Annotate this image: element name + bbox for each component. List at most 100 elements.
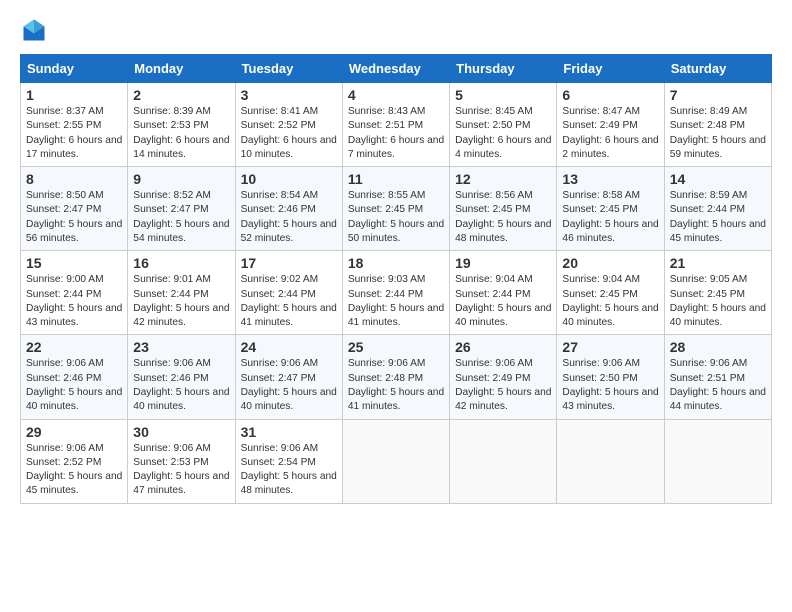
day-info: Sunrise: 8:41 AM Sunset: 2:52 PM Dayligh… xyxy=(241,105,337,162)
calendar-cell: 24 Sunrise: 9:06 AM Sunset: 2:47 PM Dayli… xyxy=(235,335,342,419)
calendar-cell: 26 Sunrise: 9:06 AM Sunset: 2:49 PM Dayli… xyxy=(450,335,557,419)
calendar-cell: 18 Sunrise: 9:03 AM Sunset: 2:44 PM Dayli… xyxy=(342,251,449,335)
calendar-cell: 30 Sunrise: 9:06 AM Sunset: 2:53 PM Dayli… xyxy=(128,419,235,503)
day-info: Sunrise: 8:39 AM Sunset: 2:53 PM Dayligh… xyxy=(133,105,229,162)
day-info: Sunrise: 9:01 AM Sunset: 2:44 PM Dayligh… xyxy=(133,273,229,330)
calendar-cell: 25 Sunrise: 9:06 AM Sunset: 2:48 PM Dayli… xyxy=(342,335,449,419)
day-number: 18 xyxy=(348,255,444,271)
calendar-cell: 5Sunrise: 8:45 AM Sunset: 2:50 PM Daylig… xyxy=(450,83,557,167)
day-number: 22 xyxy=(26,339,122,355)
calendar-cell: 31 Sunrise: 9:06 AM Sunset: 2:54 PM Dayli… xyxy=(235,419,342,503)
day-number: 16 xyxy=(133,255,229,271)
day-number: 12 xyxy=(455,171,551,187)
calendar-cell: 20Sunrise: 9:04 AM Sunset: 2:45 PM Dayli… xyxy=(557,251,664,335)
calendar-cell: 1 Sunrise: 8:37 AM Sunset: 2:55 PM Daylig… xyxy=(21,83,128,167)
day-info: Sunrise: 9:04 AM Sunset: 2:44 PM Dayligh… xyxy=(455,273,551,330)
day-info: Sunrise: 8:50 AM Sunset: 2:47 PM Dayligh… xyxy=(26,189,122,246)
day-info: Sunrise: 8:55 AM Sunset: 2:45 PM Dayligh… xyxy=(348,189,444,246)
calendar-cell: 16 Sunrise: 9:01 AM Sunset: 2:44 PM Dayli… xyxy=(128,251,235,335)
calendar-cell: 15 Sunrise: 9:00 AM Sunset: 2:44 PM Dayli… xyxy=(21,251,128,335)
logo-icon xyxy=(20,16,48,44)
day-info: Sunrise: 9:06 AM Sunset: 2:46 PM Dayligh… xyxy=(26,357,122,414)
column-header-friday: Friday xyxy=(557,55,664,83)
day-info: Sunrise: 9:06 AM Sunset: 2:48 PM Dayligh… xyxy=(348,357,444,414)
calendar-cell xyxy=(342,419,449,503)
day-info: Sunrise: 9:06 AM Sunset: 2:47 PM Dayligh… xyxy=(241,357,337,414)
calendar-cell: 7 Sunrise: 8:49 AM Sunset: 2:48 PM Daylig… xyxy=(664,83,771,167)
day-number: 24 xyxy=(241,339,337,355)
day-number: 17 xyxy=(241,255,337,271)
calendar-cell: 14 Sunrise: 8:59 AM Sunset: 2:44 PM Dayli… xyxy=(664,167,771,251)
day-number: 25 xyxy=(348,339,444,355)
calendar-cell: 19 Sunrise: 9:04 AM Sunset: 2:44 PM Dayli… xyxy=(450,251,557,335)
day-info: Sunrise: 8:43 AM Sunset: 2:51 PM Dayligh… xyxy=(348,105,444,162)
day-info: Sunrise: 9:04 AM Sunset: 2:45 PM Dayligh… xyxy=(562,273,658,330)
day-info: Sunrise: 9:00 AM Sunset: 2:44 PM Dayligh… xyxy=(26,273,122,330)
day-number: 28 xyxy=(670,339,766,355)
calendar-cell: 13 Sunrise: 8:58 AM Sunset: 2:45 PM Dayli… xyxy=(557,167,664,251)
calendar-cell: 3 Sunrise: 8:41 AM Sunset: 2:52 PM Daylig… xyxy=(235,83,342,167)
calendar-cell: 21Sunrise: 9:05 AM Sunset: 2:45 PM Dayli… xyxy=(664,251,771,335)
column-header-sunday: Sunday xyxy=(21,55,128,83)
calendar-cell: 17Sunrise: 9:02 AM Sunset: 2:44 PM Dayli… xyxy=(235,251,342,335)
day-info: Sunrise: 8:45 AM Sunset: 2:50 PM Dayligh… xyxy=(455,105,551,162)
column-header-wednesday: Wednesday xyxy=(342,55,449,83)
calendar-cell: 23 Sunrise: 9:06 AM Sunset: 2:46 PM Dayli… xyxy=(128,335,235,419)
day-info: Sunrise: 8:54 AM Sunset: 2:46 PM Dayligh… xyxy=(241,189,337,246)
calendar-cell: 6 Sunrise: 8:47 AM Sunset: 2:49 PM Daylig… xyxy=(557,83,664,167)
day-info: Sunrise: 9:06 AM Sunset: 2:51 PM Dayligh… xyxy=(670,357,766,414)
calendar-header-row: SundayMondayTuesdayWednesdayThursdayFrid… xyxy=(21,55,772,83)
day-number: 6 xyxy=(562,87,658,103)
day-info: Sunrise: 9:03 AM Sunset: 2:44 PM Dayligh… xyxy=(348,273,444,330)
day-number: 2 xyxy=(133,87,229,103)
day-number: 4 xyxy=(348,87,444,103)
day-info: Sunrise: 8:37 AM Sunset: 2:55 PM Dayligh… xyxy=(26,105,122,162)
day-number: 7 xyxy=(670,87,766,103)
day-number: 8 xyxy=(26,171,122,187)
calendar-week-row: 8 Sunrise: 8:50 AM Sunset: 2:47 PM Daylig… xyxy=(21,167,772,251)
calendar-cell: 10 Sunrise: 8:54 AM Sunset: 2:46 PM Dayli… xyxy=(235,167,342,251)
day-number: 9 xyxy=(133,171,229,187)
day-number: 19 xyxy=(455,255,551,271)
calendar-cell: 12 Sunrise: 8:56 AM Sunset: 2:45 PM Dayli… xyxy=(450,167,557,251)
calendar-cell xyxy=(664,419,771,503)
day-number: 15 xyxy=(26,255,122,271)
calendar-cell: 27 Sunrise: 9:06 AM Sunset: 2:50 PM Dayli… xyxy=(557,335,664,419)
day-info: Sunrise: 9:05 AM Sunset: 2:45 PM Dayligh… xyxy=(670,273,766,330)
day-info: Sunrise: 8:58 AM Sunset: 2:45 PM Dayligh… xyxy=(562,189,658,246)
day-info: Sunrise: 8:56 AM Sunset: 2:45 PM Dayligh… xyxy=(455,189,551,246)
day-info: Sunrise: 9:06 AM Sunset: 2:52 PM Dayligh… xyxy=(26,442,122,499)
day-number: 13 xyxy=(562,171,658,187)
day-info: Sunrise: 8:59 AM Sunset: 2:44 PM Dayligh… xyxy=(670,189,766,246)
calendar-week-row: 22 Sunrise: 9:06 AM Sunset: 2:46 PM Dayli… xyxy=(21,335,772,419)
calendar-cell xyxy=(557,419,664,503)
calendar-cell: 29 Sunrise: 9:06 AM Sunset: 2:52 PM Dayli… xyxy=(21,419,128,503)
calendar-week-row: 29 Sunrise: 9:06 AM Sunset: 2:52 PM Dayli… xyxy=(21,419,772,503)
day-number: 27 xyxy=(562,339,658,355)
calendar-cell xyxy=(450,419,557,503)
day-info: Sunrise: 9:06 AM Sunset: 2:53 PM Dayligh… xyxy=(133,442,229,499)
day-info: Sunrise: 9:06 AM Sunset: 2:54 PM Dayligh… xyxy=(241,442,337,499)
day-number: 10 xyxy=(241,171,337,187)
day-number: 26 xyxy=(455,339,551,355)
day-number: 1 xyxy=(26,87,122,103)
day-info: Sunrise: 8:47 AM Sunset: 2:49 PM Dayligh… xyxy=(562,105,658,162)
day-number: 31 xyxy=(241,424,337,440)
calendar-cell: 4 Sunrise: 8:43 AM Sunset: 2:51 PM Daylig… xyxy=(342,83,449,167)
logo xyxy=(20,16,52,44)
calendar-cell: 2 Sunrise: 8:39 AM Sunset: 2:53 PM Daylig… xyxy=(128,83,235,167)
calendar-cell: 22 Sunrise: 9:06 AM Sunset: 2:46 PM Dayli… xyxy=(21,335,128,419)
page-header xyxy=(20,16,772,44)
calendar-week-row: 15 Sunrise: 9:00 AM Sunset: 2:44 PM Dayli… xyxy=(21,251,772,335)
day-info: Sunrise: 9:06 AM Sunset: 2:49 PM Dayligh… xyxy=(455,357,551,414)
day-info: Sunrise: 9:06 AM Sunset: 2:50 PM Dayligh… xyxy=(562,357,658,414)
day-info: Sunrise: 9:06 AM Sunset: 2:46 PM Dayligh… xyxy=(133,357,229,414)
day-number: 3 xyxy=(241,87,337,103)
day-number: 23 xyxy=(133,339,229,355)
day-number: 30 xyxy=(133,424,229,440)
day-number: 29 xyxy=(26,424,122,440)
day-number: 11 xyxy=(348,171,444,187)
day-number: 14 xyxy=(670,171,766,187)
day-info: Sunrise: 8:49 AM Sunset: 2:48 PM Dayligh… xyxy=(670,105,766,162)
column-header-thursday: Thursday xyxy=(450,55,557,83)
